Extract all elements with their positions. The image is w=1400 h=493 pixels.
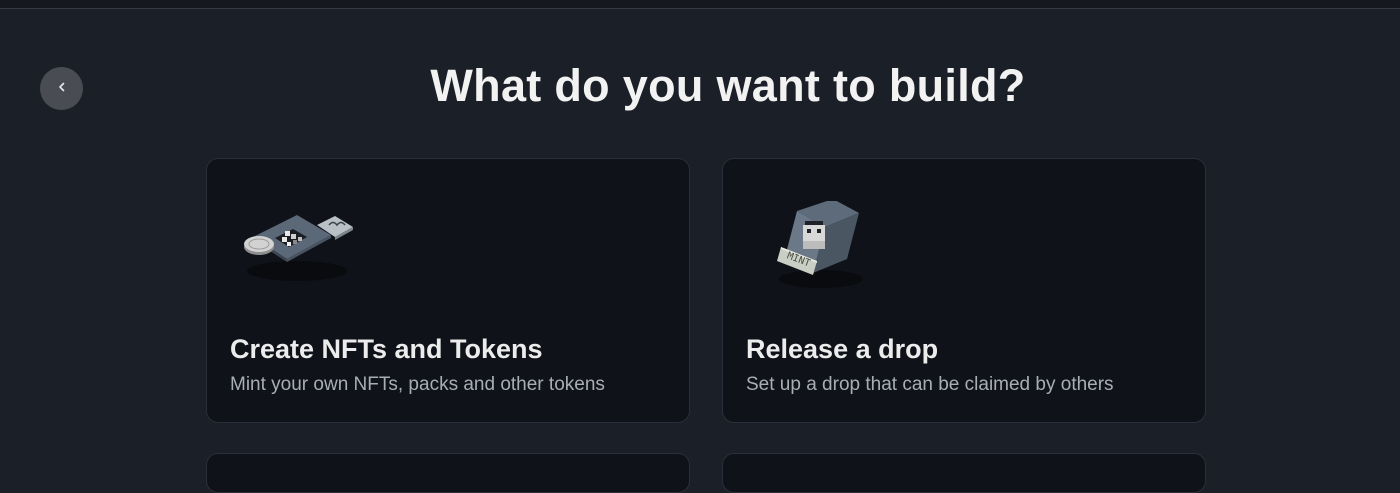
card-description: Mint your own NFTs, packs and other toke…: [230, 374, 605, 395]
next-card-left[interactable]: [206, 453, 690, 493]
card-title: Release a drop: [746, 334, 939, 364]
card-title: Create NFTs and Tokens: [230, 334, 543, 364]
header-divider: [0, 0, 1400, 9]
create-nfts-card[interactable]: Create NFTs and Tokens Mint your own NFT…: [206, 158, 690, 423]
card-description: Set up a drop that can be claimed by oth…: [746, 374, 1114, 395]
nft-tokens-illustration: [235, 201, 365, 291]
release-drop-card[interactable]: MINT Release a drop Set up a drop that c…: [722, 158, 1206, 423]
next-card-right[interactable]: [722, 453, 1206, 493]
mint-drop-illustration: MINT: [751, 199, 881, 291]
page-title: What do you want to build?: [430, 60, 1026, 111]
